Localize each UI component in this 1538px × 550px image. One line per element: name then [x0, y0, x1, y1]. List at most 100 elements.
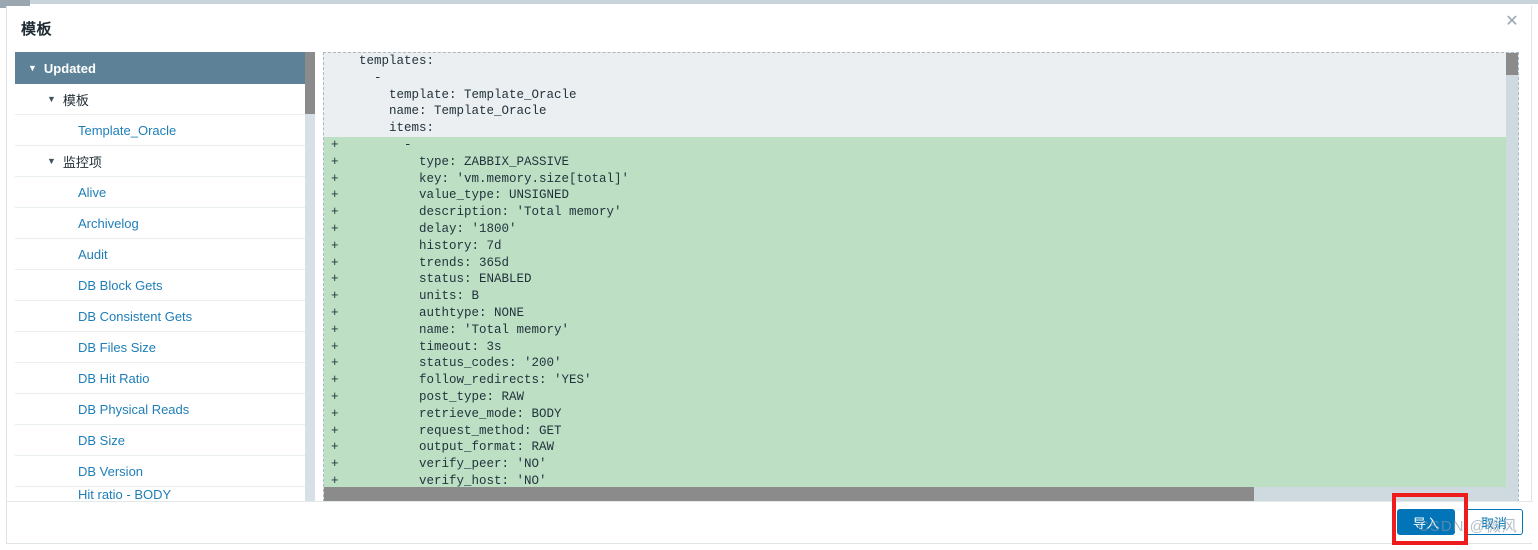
screenshot-root: 模板 ✕ ▼ Updated ▼ 模板 Template_Oracle ▼ 监控项 Ali…	[0, 0, 1538, 550]
tree-group-2[interactable]: ▼ 监控项	[15, 146, 305, 177]
dialog-footer: 导入 取消	[7, 501, 1533, 543]
diff-line-marker: +	[331, 221, 339, 236]
diff-line: + verify_peer: 'NO'	[324, 456, 1506, 473]
import-diff-panel: templates: - template: Template_Oracle n…	[323, 52, 1519, 507]
diff-line: + timeout: 3s	[324, 338, 1506, 356]
diff-line: items:	[324, 120, 1506, 137]
diff-line-text: request_method: GET	[344, 423, 562, 438]
diff-line-text: template: Template_Oracle	[344, 87, 577, 102]
diff-line: + post_type: RAW	[324, 388, 1506, 406]
tree-item-1[interactable]: Template_Oracle	[15, 115, 305, 146]
tree-item-10[interactable]: DB Physical Reads	[15, 394, 305, 425]
dialog-body: ▼ Updated ▼ 模板 Template_Oracle ▼ 监控项 Alive Arc…	[7, 44, 1533, 507]
diff-line: -	[324, 69, 1506, 87]
tree-item-4[interactable]: Archivelog	[15, 208, 305, 239]
diff-line-text: timeout: 3s	[344, 339, 502, 354]
diff-line: + trends: 365d	[324, 254, 1506, 272]
dialog-header: 模板 ✕	[7, 6, 1531, 44]
diff-line-text: output_format: RAW	[344, 440, 555, 455]
diff-line-marker: +	[331, 339, 339, 354]
tree-item-6[interactable]: DB Block Gets	[15, 270, 305, 301]
diff-line-text: -	[344, 137, 412, 152]
diff-line-text: name: Template_Oracle	[344, 104, 547, 119]
chevron-down-icon: ▼	[47, 94, 56, 104]
diff-line: + name: 'Total memory'	[324, 321, 1506, 339]
tree-group-label: 监控项	[62, 154, 102, 170]
close-icon[interactable]: ✕	[1503, 12, 1521, 30]
diff-line-marker: +	[331, 356, 339, 371]
chevron-down-icon: ▼	[47, 156, 56, 166]
diff-line: + value_type: UNSIGNED	[324, 187, 1506, 205]
diff-line-text: verify_host: 'NO'	[344, 473, 547, 488]
tree-item-11[interactable]: DB Size	[15, 425, 305, 456]
diff-line-text: follow_redirects: 'YES'	[344, 373, 592, 388]
diff-line-marker: +	[331, 137, 339, 152]
tree-item-5[interactable]: Audit	[15, 239, 305, 270]
template-dialog: 模板 ✕ ▼ Updated ▼ 模板 Template_Oracle ▼ 监控项 Ali…	[6, 6, 1533, 544]
diff-line: + description: 'Total memory'	[324, 204, 1506, 221]
diff-line-marker: +	[331, 205, 339, 220]
tree-item-label: DB Consistent Gets	[78, 308, 193, 324]
diff-line-marker: +	[331, 406, 339, 421]
tree-item-3[interactable]: Alive	[15, 177, 305, 208]
diff-line-text: verify_peer: 'NO'	[344, 457, 547, 472]
diff-line: + units: B	[324, 288, 1506, 305]
diff-line: + retrieve_mode: BODY	[324, 405, 1506, 423]
tree-item-label: Template_Oracle	[78, 122, 177, 138]
diff-line-text: post_type: RAW	[344, 389, 525, 404]
page-top-bar	[30, 0, 1538, 4]
diff-line-text: authtype: NONE	[344, 305, 525, 320]
diff-line-marker: +	[331, 305, 339, 320]
tree-item-label: Alive	[78, 184, 107, 200]
tree-item-9[interactable]: DB Hit Ratio	[15, 363, 305, 394]
diff-line: + delay: '1800'	[324, 220, 1506, 238]
tree-scrollbar-track[interactable]	[305, 52, 315, 507]
diff-line-marker: +	[331, 373, 339, 388]
tree-scrollbar-thumb[interactable]	[305, 52, 315, 114]
tree-header-updated[interactable]: ▼ Updated	[15, 52, 305, 84]
tree-item-label: DB Hit Ratio	[78, 370, 150, 386]
tree-group-0[interactable]: ▼ 模板	[15, 84, 305, 115]
tree-item-label: DB Files Size	[78, 339, 157, 355]
diff-line-marker: +	[331, 473, 339, 488]
diff-line-text: templates:	[344, 54, 435, 68]
diff-line-marker: +	[331, 457, 339, 472]
diff-line: templates:	[324, 53, 1506, 70]
diff-line-text: items:	[344, 121, 435, 136]
diff-line-text: retrieve_mode: BODY	[344, 406, 562, 421]
diff-line: + type: ZABBIX_PASSIVE	[324, 153, 1506, 171]
diff-line-marker: +	[331, 322, 339, 337]
diff-line-text: key: 'vm.memory.size[total]'	[344, 171, 630, 186]
diff-line: + output_format: RAW	[324, 439, 1506, 457]
import-button[interactable]: 导入	[1397, 509, 1455, 535]
page-title: 模板	[21, 21, 53, 38]
diff-code-lines[interactable]: templates: - template: Template_Oracle n…	[324, 53, 1506, 488]
diff-line-text: units: B	[344, 289, 480, 304]
tree-item-12[interactable]: DB Version	[15, 456, 305, 487]
diff-line-marker: +	[331, 272, 339, 287]
diff-line: + -	[324, 136, 1506, 154]
diff-line-text: description: 'Total memory'	[344, 205, 622, 220]
diff-line-marker: +	[331, 440, 339, 455]
code-vertical-scrollbar-track[interactable]	[1506, 53, 1518, 488]
tree-node-list: ▼ 模板 Template_Oracle ▼ 监控项 Alive Archivelog Aud…	[15, 84, 315, 507]
tree-header-label: Updated	[43, 60, 96, 76]
diff-line-text: status: ENABLED	[344, 272, 532, 287]
diff-line: + history: 7d	[324, 237, 1506, 255]
diff-line: + status_codes: '200'	[324, 355, 1506, 373]
diff-line-marker: +	[331, 423, 339, 438]
tree-item-7[interactable]: DB Consistent Gets	[15, 301, 305, 332]
tree-item-label: Hit ratio - BODY	[78, 487, 172, 502]
diff-line-text: -	[344, 70, 382, 85]
diff-line-text: status_codes: '200'	[344, 356, 562, 371]
diff-line-marker: +	[331, 171, 339, 186]
tree-item-8[interactable]: DB Files Size	[15, 332, 305, 363]
cancel-button[interactable]: 取消	[1465, 509, 1523, 535]
diff-line-text: delay: '1800'	[344, 221, 517, 236]
chevron-down-icon: ▼	[28, 63, 37, 73]
diff-line-marker: +	[331, 289, 339, 304]
diff-line-marker: +	[331, 154, 339, 169]
tree-item-label: DB Physical Reads	[78, 401, 190, 417]
code-vertical-scrollbar-thumb[interactable]	[1506, 53, 1518, 75]
diff-line-text: trends: 365d	[344, 255, 510, 270]
